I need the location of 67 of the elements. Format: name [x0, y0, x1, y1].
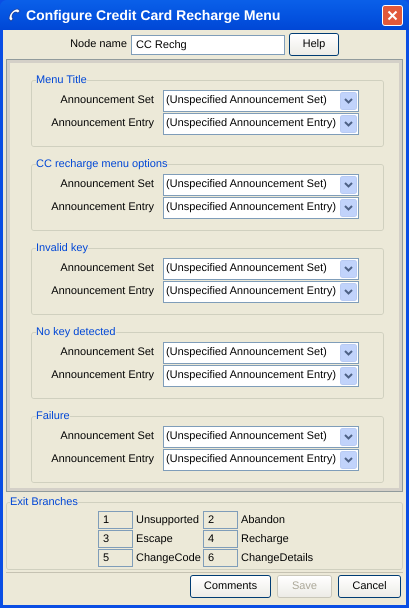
announcement-dropdown[interactable]: (Unspecified Announcement Set)	[163, 258, 359, 280]
close-button[interactable]	[382, 4, 403, 26]
announcement-dropdown[interactable]: (Unspecified Announcement Entry)	[163, 112, 359, 134]
field-label: Announcement Entry	[50, 452, 154, 468]
close-icon	[387, 10, 398, 20]
chevron-down-icon	[340, 450, 357, 468]
announcement-dropdown[interactable]: (Unspecified Announcement Set)	[163, 174, 359, 196]
chevron-down-icon	[340, 198, 357, 216]
announcement-dropdown[interactable]: (Unspecified Announcement Set)	[163, 342, 359, 364]
group-title: Invalid key	[36, 241, 88, 256]
announcement-dropdown[interactable]: (Unspecified Announcement Entry)	[163, 364, 359, 386]
window-title: Configure Credit Card Recharge Menu	[26, 6, 282, 25]
branch-number: 3	[98, 530, 133, 548]
chevron-down-icon	[340, 366, 357, 384]
announcement-dropdown[interactable]: (Unspecified Announcement Entry)	[163, 448, 359, 470]
branch-number: 6	[203, 548, 238, 566]
group-title: Exit Branches	[10, 495, 78, 510]
branch-number: 5	[98, 548, 133, 566]
announcement-dropdown[interactable]: (Unspecified Announcement Set)	[163, 90, 359, 112]
branch-number: 1	[98, 510, 133, 528]
field-label: Announcement Set	[59, 177, 154, 192]
branch-number: 2	[203, 510, 238, 528]
dropdown-value: (Unspecified Announcement Entry)	[166, 368, 337, 384]
dropdown-value: (Unspecified Announcement Entry)	[166, 116, 337, 132]
chevron-down-icon	[340, 282, 357, 300]
field-label: Announcement Entry	[50, 284, 154, 300]
group-title: Failure	[36, 409, 70, 424]
field-label: Announcement Entry	[50, 368, 154, 384]
field-label: Announcement Set	[59, 429, 154, 444]
chevron-down-icon	[340, 260, 357, 278]
node-name-label: Node name	[70, 37, 127, 52]
announcement-dropdown[interactable]: (Unspecified Announcement Set)	[163, 426, 359, 448]
node-name-field[interactable]: CC Rechg	[130, 34, 285, 54]
branch-label: Escape	[135, 532, 174, 546]
branch-label: ChangeCode	[135, 550, 202, 566]
dropdown-value: (Unspecified Announcement Set)	[166, 261, 328, 276]
chevron-down-icon	[340, 344, 357, 362]
group-title: No key detected	[36, 325, 116, 340]
dropdown-value: (Unspecified Announcement Entry)	[166, 200, 337, 216]
field-label: Announcement Entry	[50, 116, 154, 132]
field-label: Announcement Set	[59, 345, 154, 360]
dialog-button[interactable]: Cancel	[338, 574, 401, 598]
dropdown-value: (Unspecified Announcement Entry)	[166, 452, 337, 468]
branch-label: Unsupported	[135, 512, 200, 528]
field-label: Announcement Entry	[50, 200, 154, 216]
announcement-dropdown[interactable]: (Unspecified Announcement Entry)	[163, 280, 359, 302]
dropdown-value: (Unspecified Announcement Set)	[166, 345, 328, 360]
dialog-button[interactable]: Comments	[190, 574, 271, 598]
field-label: Announcement Set	[59, 93, 154, 108]
announcement-dropdown[interactable]: (Unspecified Announcement Entry)	[163, 196, 359, 218]
field-label: Announcement Set	[59, 261, 154, 276]
group-title: Menu Title	[36, 73, 87, 88]
chevron-down-icon	[340, 428, 357, 446]
chevron-down-icon	[340, 176, 357, 194]
dropdown-value: (Unspecified Announcement Set)	[166, 93, 328, 108]
chevron-down-icon	[340, 114, 357, 132]
branch-number: 4	[203, 530, 238, 548]
branch-label: Recharge	[240, 532, 290, 546]
dropdown-value: (Unspecified Announcement Set)	[166, 429, 328, 444]
dropdown-value: (Unspecified Announcement Set)	[166, 177, 328, 192]
branch-label: ChangeDetails	[240, 550, 314, 566]
chevron-down-icon	[340, 92, 357, 110]
group-title: CC recharge menu options	[36, 157, 168, 172]
branch-label: Abandon	[240, 512, 286, 528]
dropdown-value: (Unspecified Announcement Entry)	[166, 284, 337, 300]
phone-icon	[6, 7, 22, 23]
dialog-button[interactable]: Help	[288, 33, 339, 56]
